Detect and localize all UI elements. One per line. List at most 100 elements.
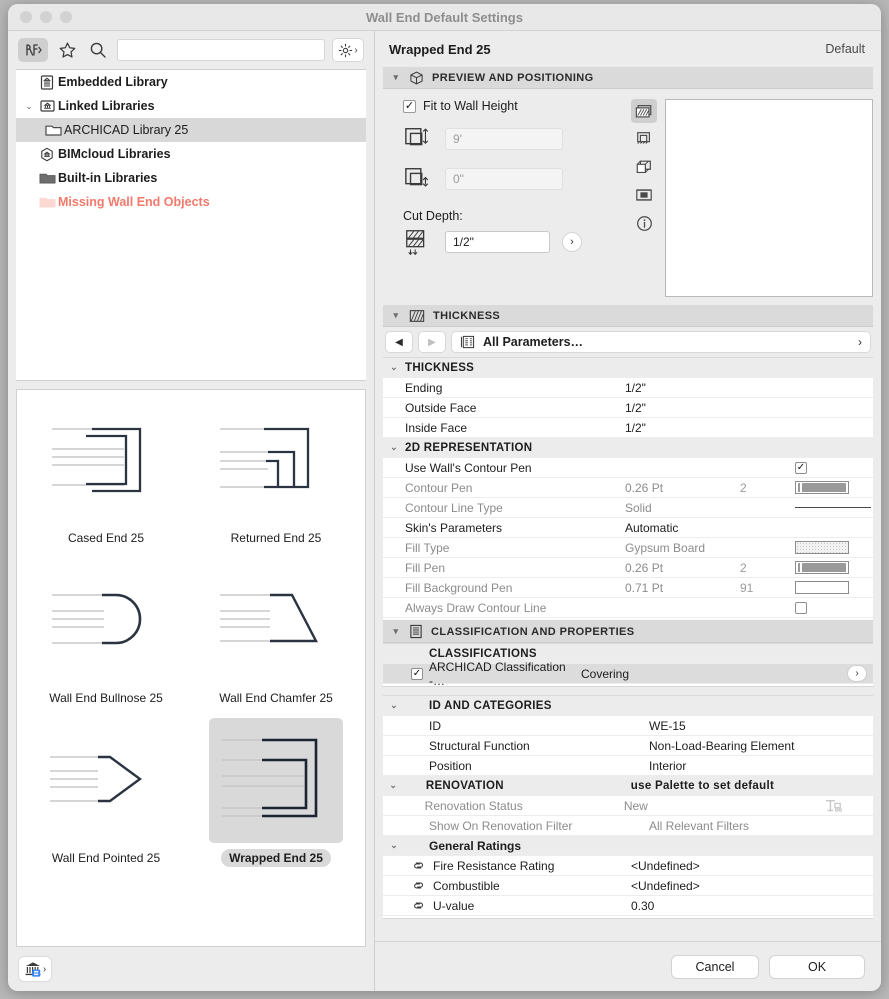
star-icon[interactable]	[55, 38, 79, 62]
classification-checkbox[interactable]: ✓	[411, 667, 423, 680]
minimize-button[interactable]	[40, 11, 52, 23]
cut-depth-more-button[interactable]: ›	[562, 232, 582, 252]
ok-button[interactable]: OK	[769, 954, 865, 979]
param-row-always-draw-contour-line[interactable]: Always Draw Contour Line	[383, 598, 873, 618]
fit-to-wall-height-row[interactable]: ✓ Fit to Wall Height	[403, 99, 625, 113]
param-row-renovation-status[interactable]: Renovation Status New	[383, 796, 873, 816]
chevron-down-icon[interactable]: ▾	[391, 310, 401, 321]
param-row-combustible[interactable]: Combustible <Undefined>	[383, 876, 873, 896]
param-row-fire-resistance-rating[interactable]: Fire Resistance Rating <Undefined>	[383, 856, 873, 876]
library-part-icon[interactable]	[18, 38, 48, 62]
param-value[interactable]: 1/2"	[625, 381, 740, 395]
param-value[interactable]: 1/2"	[625, 421, 740, 435]
classification-table[interactable]: CLASSIFICATIONS ✓ ARCHICAD Classificatio…	[383, 643, 873, 688]
fit-to-wall-height-checkbox[interactable]: ✓	[403, 99, 416, 113]
settings-scroll-area[interactable]: ▾ PREVIEW AND POSITIONING ✓ Fit to Wall …	[375, 67, 881, 941]
param-row-u-value[interactable]: U-value 0.30	[383, 896, 873, 916]
tree-item-embedded-library[interactable]: Embedded Library	[16, 70, 366, 94]
tree-item-bimcloud-libraries[interactable]: BIMcloud Libraries	[16, 142, 366, 166]
thumbnail-wall-end-pointed-25[interactable]: Wall End Pointed 25	[21, 718, 191, 878]
param-value[interactable]: 1/2"	[625, 401, 740, 415]
param-value[interactable]: 0.71 Pt	[625, 581, 740, 595]
param-value[interactable]: 0.26 Pt	[625, 481, 740, 495]
library-settings-button[interactable]: ›	[332, 38, 364, 62]
pane-splitter[interactable]	[370, 473, 378, 503]
param-value[interactable]: New	[624, 799, 823, 813]
thumbnail-returned-end-25[interactable]: Returned End 25	[191, 398, 361, 558]
thumbnail-wall-end-bullnose-25[interactable]: Wall End Bullnose 25	[21, 558, 191, 718]
contour-line-type-swatch[interactable]	[795, 507, 871, 508]
param-value[interactable]: Solid	[625, 501, 740, 515]
use-walls-contour-pen-checkbox[interactable]: ✓	[795, 461, 807, 474]
info-icon[interactable]	[631, 211, 657, 235]
section-preview-and-positioning[interactable]: ▾ PREVIEW AND POSITIONING	[383, 67, 873, 89]
fill-background-pen-swatch[interactable]	[795, 581, 849, 594]
param-value[interactable]: 0.26 Pt	[625, 561, 740, 575]
id-and-categories-table[interactable]: ⌄ ID AND CATEGORIES ID WE-15 Structural …	[383, 695, 873, 919]
contour-pen-swatch[interactable]	[795, 481, 849, 494]
param-value[interactable]: Automatic	[625, 521, 740, 535]
param-row-id[interactable]: ID WE-15	[383, 716, 873, 736]
close-button[interactable]	[20, 11, 32, 23]
cut-depth-field[interactable]: 1/2"	[445, 231, 550, 253]
param-forward-button[interactable]: ▶	[418, 331, 446, 353]
maximize-button[interactable]	[60, 11, 72, 23]
param-value[interactable]: Covering	[581, 667, 696, 681]
elevation-view-icon[interactable]	[631, 183, 657, 207]
section-classification-and-properties[interactable]: ▾ CLASSIFICATION AND PROPERTIES	[383, 621, 873, 643]
chevron-down-icon[interactable]: ⌄	[22, 101, 36, 112]
param-value[interactable]: All Relevant Filters	[649, 819, 869, 833]
param-value[interactable]: WE-15	[649, 719, 869, 733]
search-input-wrapper[interactable]	[117, 39, 325, 61]
param-row-archicad-classification[interactable]: ✓ ARCHICAD Classification -… Covering ›	[383, 660, 873, 688]
chevron-down-icon[interactable]: ⌄	[383, 780, 404, 791]
param-value[interactable]: Gypsum Board	[625, 541, 740, 555]
param-back-button[interactable]: ◀	[385, 331, 413, 353]
param-row-structural-function[interactable]: Structural Function Non-Load-Bearing Ele…	[383, 736, 873, 756]
3d-view-icon[interactable]	[631, 155, 657, 179]
fill-type-swatch[interactable]	[795, 541, 849, 554]
fill-pen-swatch[interactable]	[795, 561, 849, 574]
tree-item-missing-wall-end-objects[interactable]: Missing Wall End Objects	[16, 190, 366, 214]
chevron-down-icon[interactable]: ▾	[391, 72, 401, 83]
object-thumbnail-grid[interactable]: Cased End 25 Returned End 25 Wall End Bu…	[16, 389, 366, 947]
param-row-fill-type[interactable]: Fill Type Gypsum Board	[383, 538, 873, 558]
thumbnail-wall-end-chamfer-25[interactable]: Wall End Chamfer 25	[191, 558, 361, 718]
param-row-contour-line-type[interactable]: Contour Line Type Solid	[383, 498, 873, 518]
param-value[interactable]: <Undefined>	[631, 879, 851, 893]
wall-offset-field[interactable]: 0"	[445, 168, 563, 190]
all-parameters-button[interactable]: All Parameters… ›	[451, 331, 871, 353]
param-value[interactable]: <Undefined>	[631, 859, 851, 873]
param-value[interactable]: Interior	[649, 759, 869, 773]
param-group-renovation[interactable]: ⌄ RENOVATION use Palette to set default	[383, 776, 873, 796]
param-row-fill-pen[interactable]: Fill Pen 0.26 Pt 2	[383, 558, 873, 578]
2d-symbol-icon[interactable]	[631, 99, 657, 123]
thumbnail-cased-end-25[interactable]: Cased End 25	[21, 398, 191, 558]
param-row-ending[interactable]: Ending 1/2"	[383, 378, 873, 398]
param-row-contour-pen[interactable]: Contour Pen 0.26 Pt 2	[383, 478, 873, 498]
param-row-position[interactable]: Position Interior	[383, 756, 873, 776]
classification-detail-button[interactable]: ›	[847, 665, 867, 682]
chevron-down-icon[interactable]: ⌄	[383, 442, 405, 453]
tree-item-linked-libraries[interactable]: ⌄ Linked Libraries	[16, 94, 366, 118]
param-group-2d-representation[interactable]: ⌄ 2D REPRESENTATION	[383, 438, 873, 458]
param-row-fill-background-pen[interactable]: Fill Background Pen 0.71 Pt 91	[383, 578, 873, 598]
param-row-inside-face[interactable]: Inside Face 1/2"	[383, 418, 873, 438]
chevron-right-icon[interactable]: ›	[858, 335, 862, 349]
search-input[interactable]	[118, 40, 324, 60]
param-group-general-ratings[interactable]: ⌄ General Ratings	[383, 836, 873, 856]
library-manager-button[interactable]: ›	[18, 956, 52, 982]
thumbnail-wrapped-end-25[interactable]: Wrapped End 25	[191, 718, 361, 878]
search-icon[interactable]	[86, 38, 110, 62]
wall-height-field[interactable]: 9'	[445, 128, 563, 150]
always-draw-contour-line-checkbox[interactable]	[795, 601, 807, 614]
param-row-outside-face[interactable]: Outside Face 1/2"	[383, 398, 873, 418]
section-thickness[interactable]: ▾ THICKNESS	[383, 305, 873, 327]
object-preview[interactable]	[665, 99, 873, 297]
param-row-skins-parameters[interactable]: Skin's Parameters Automatic	[383, 518, 873, 538]
2d-full-view-icon[interactable]	[631, 127, 657, 151]
param-value[interactable]: Non-Load-Bearing Element	[649, 739, 869, 753]
library-tree[interactable]: Embedded Library ⌄ Linked Libraries ARCH…	[16, 69, 366, 381]
param-group-id-and-categories[interactable]: ⌄ ID AND CATEGORIES	[383, 696, 873, 716]
param-value[interactable]: 0.30	[631, 899, 851, 913]
